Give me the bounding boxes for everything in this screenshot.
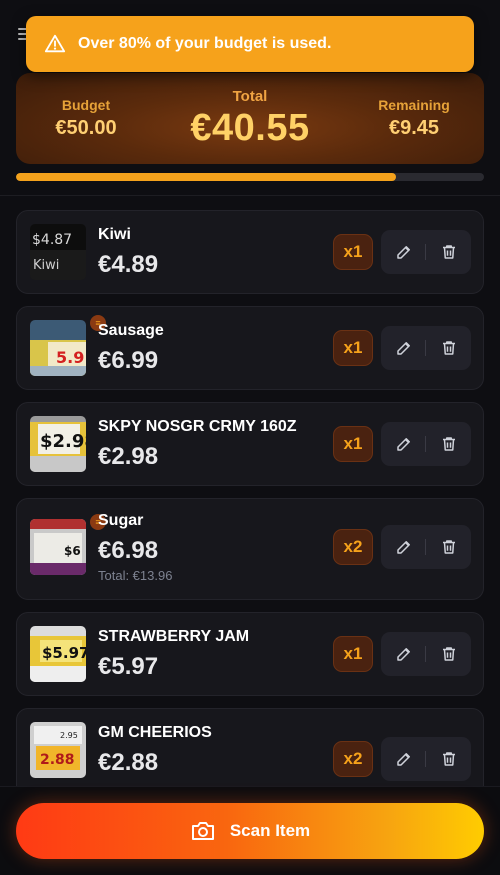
quantity-badge[interactable]: x1	[333, 330, 373, 366]
warning-triangle-icon	[44, 34, 66, 53]
list-item[interactable]: $4.87 Kiwi Kiwi €4.89 x1	[16, 210, 484, 294]
budget-value: €50.00	[55, 117, 117, 139]
list-item[interactable]: $2.98 SKPY NOSGR CRMY 160Z €2.98 x1	[16, 402, 484, 486]
item-actions	[381, 230, 471, 274]
budget-summary-card: Budget €50.00 Total €40.55 Remaining €9.…	[16, 73, 484, 164]
item-actions	[381, 632, 471, 676]
scan-item-button[interactable]: Scan Item	[16, 803, 484, 859]
trash-icon[interactable]	[440, 243, 458, 261]
item-price: €6.98	[98, 537, 159, 564]
item-price: €4.89	[98, 251, 159, 278]
item-price: €2.88	[98, 749, 159, 776]
total-column: Total €40.55	[190, 88, 309, 150]
actions-separator	[425, 244, 426, 260]
svg-text:2.95: 2.95	[60, 731, 78, 740]
item-actions	[381, 326, 471, 370]
trash-icon[interactable]	[440, 435, 458, 453]
item-name: Kiwi	[98, 226, 131, 243]
item-subtotal: Total: €13.96	[98, 568, 173, 583]
item-name: Sugar	[98, 512, 144, 529]
trash-icon[interactable]	[440, 538, 458, 556]
quantity-badge[interactable]: x2	[333, 529, 373, 565]
item-actions	[381, 737, 471, 781]
total-label: Total	[232, 87, 268, 105]
remaining-label: Remaining	[378, 97, 450, 113]
quantity-badge[interactable]: x1	[333, 426, 373, 462]
item-photo: $6	[30, 519, 86, 575]
scan-item-label: Scan Item	[229, 821, 311, 840]
item-price: €5.97	[98, 653, 159, 680]
trash-icon[interactable]	[440, 750, 458, 768]
item-photo: 5.9	[30, 320, 86, 376]
camera-icon	[191, 822, 214, 840]
list-item[interactable]: $5.97 STRAWBERRY JAM €5.97 x1	[16, 612, 484, 696]
pencil-icon[interactable]	[395, 645, 413, 663]
alert-message: Over 80% of your budget is used.	[78, 35, 332, 52]
item-actions	[381, 422, 471, 466]
item-name: SKPY NOSGR CRMY 160Z	[98, 418, 297, 435]
budget-progress-fill	[16, 173, 396, 181]
pencil-icon[interactable]	[395, 750, 413, 768]
item-photo: $2.98	[30, 416, 86, 472]
budget-progress-bar	[16, 173, 484, 181]
item-actions	[381, 525, 471, 569]
item-name: STRAWBERRY JAM	[98, 628, 250, 645]
budget-column: Budget €50.00	[16, 97, 156, 140]
svg-text:$4.87: $4.87	[32, 232, 72, 248]
svg-text:$6: $6	[64, 544, 81, 558]
pencil-icon[interactable]	[395, 339, 413, 357]
pencil-icon[interactable]	[395, 243, 413, 261]
item-photo: $5.97	[30, 626, 86, 682]
actions-separator	[425, 340, 426, 356]
svg-text:5.9: 5.9	[56, 348, 84, 367]
budget-label: Budget	[61, 97, 111, 113]
svg-text:$2.98: $2.98	[40, 431, 86, 452]
trash-icon[interactable]	[440, 339, 458, 357]
svg-text:2.88: 2.88	[40, 752, 75, 768]
budget-alert: Over 80% of your budget is used.	[26, 16, 474, 72]
list-item[interactable]: 2.95 2.88 GM CHEERIOS €2.88 x2	[16, 708, 484, 786]
item-list[interactable]: $4.87 Kiwi Kiwi €4.89 x1 5.9 ≡ Sausage €…	[0, 196, 500, 786]
actions-separator	[425, 751, 426, 767]
actions-separator	[425, 436, 426, 452]
svg-text:Kiwi: Kiwi	[33, 258, 59, 273]
total-value: €40.55	[190, 106, 310, 149]
remaining-column: Remaining €9.45	[344, 97, 484, 140]
list-item[interactable]: 5.9 ≡ Sausage €6.99 x1	[16, 306, 484, 390]
item-name: GM CHEERIOS	[98, 724, 212, 741]
item-price: €2.98	[98, 443, 159, 470]
item-price: €6.99	[98, 347, 159, 374]
trash-icon[interactable]	[440, 645, 458, 663]
app-root: Over 80% of your budget is used. Budget …	[0, 0, 500, 875]
remaining-value: €9.45	[388, 117, 440, 139]
svg-text:$5.97: $5.97	[42, 644, 86, 662]
pencil-icon[interactable]	[395, 435, 413, 453]
quantity-badge[interactable]: x1	[333, 234, 373, 270]
quantity-badge[interactable]: x2	[333, 741, 373, 777]
item-name: Sausage	[98, 322, 164, 339]
actions-separator	[425, 539, 426, 555]
quantity-badge[interactable]: x1	[333, 636, 373, 672]
list-item[interactable]: $6 ≡ Sugar €6.98 Total: €13.96 x2	[16, 498, 484, 600]
actions-separator	[425, 646, 426, 662]
pencil-icon[interactable]	[395, 538, 413, 556]
item-photo: 2.95 2.88	[30, 722, 86, 778]
item-photo: $4.87 Kiwi	[30, 224, 86, 280]
